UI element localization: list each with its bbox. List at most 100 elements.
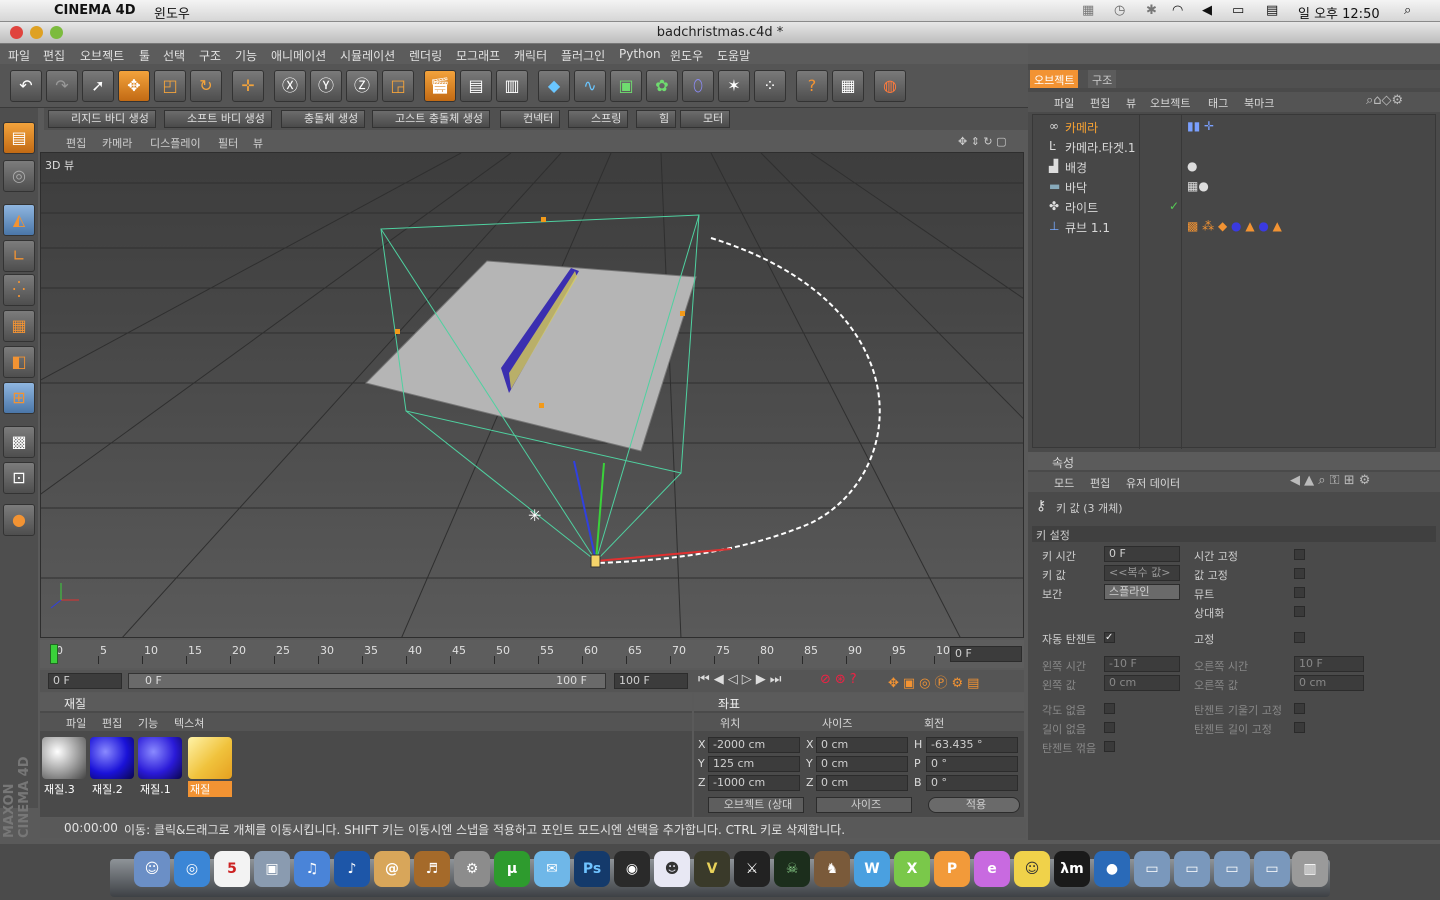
tab-objects[interactable]: 오브젝트 <box>1030 70 1079 88</box>
tangent-length-lock-checkbox[interactable] <box>1294 722 1305 733</box>
menu-render[interactable]: 렌더링 <box>409 47 442 64</box>
object-row-light[interactable]: ✤ 라이트 ✓ <box>1037 197 1437 217</box>
clock[interactable]: 일 오후 12:50 <box>1298 3 1380 22</box>
render-settings-icon[interactable]: ▥ <box>496 70 528 102</box>
playback-controls[interactable]: ⏮◀◁▷▶⏭ <box>698 672 785 687</box>
auto-tangent-checkbox[interactable]: ✓ <box>1104 632 1115 643</box>
tag-icons[interactable]: ▮▮ ✛ <box>1187 119 1214 133</box>
panda-icon[interactable]: ☻ <box>654 851 690 887</box>
object-row-floor[interactable]: ▬ 바닥 ▦● <box>1037 177 1437 197</box>
render-picture-viewer-icon[interactable]: ▤ <box>460 70 492 102</box>
no-angle-checkbox[interactable] <box>1104 703 1115 714</box>
ghost-collider-button[interactable]: 고스트 충돌체 생성 <box>372 110 490 128</box>
object-row-camera-target[interactable]: Ŀ 카메라.타겟.1 <box>1037 137 1437 157</box>
position-field[interactable]: -2000 cm <box>708 737 800 753</box>
vp-menu-view[interactable]: 뷰 <box>253 135 263 151</box>
bluetooth-icon[interactable]: ✱ <box>1146 3 1157 18</box>
coord-mode-dropdown[interactable]: 오브젝트 (상대 <box>708 797 804 813</box>
menu-python[interactable]: Python <box>619 47 661 61</box>
interpolation-dropdown[interactable]: 스플라인 <box>1104 584 1180 600</box>
coordinate-system-icon[interactable]: ◲ <box>382 70 414 102</box>
camera-object[interactable] <box>590 554 601 568</box>
menu-mograph[interactable]: 모그래프 <box>456 47 500 64</box>
menu-tools[interactable]: 툴 <box>139 47 150 64</box>
help-icon[interactable]: ? <box>796 70 828 102</box>
polygons-mode-icon[interactable]: ◧ <box>3 346 35 378</box>
left-time-field[interactable]: -10 F <box>1104 656 1180 672</box>
terminal-icon[interactable]: λm <box>1054 851 1090 887</box>
mat-menu-texture[interactable]: 텍스쳐 <box>174 715 204 731</box>
obj-menu-edit[interactable]: 편집 <box>1090 95 1110 111</box>
menu-plugins[interactable]: 플러그인 <box>561 47 605 64</box>
rotation-field[interactable]: 0 ° <box>926 756 1018 772</box>
app-name[interactable]: CINEMA 4D <box>54 3 136 18</box>
connector-button[interactable]: 컨넥터 <box>500 110 561 128</box>
timeline-ruler[interactable]: 0 5 10 15 20 25 30 35 40 45 50 55 60 65 70 75 80 85 90 95 10… <box>40 640 1024 668</box>
key-time-field[interactable]: 0 F <box>1104 546 1180 562</box>
material-tag-icon[interactable]: ▦● <box>1187 179 1209 193</box>
menu-select[interactable]: 선택 <box>163 47 185 64</box>
x-axis-icon[interactable]: Ⓧ <box>274 70 306 102</box>
spline-pen-icon[interactable]: ∿ <box>574 70 606 102</box>
object-row-background[interactable]: ▟ 배경 ● <box>1037 157 1437 177</box>
object-row-cube[interactable]: ⊥ 큐브 1.1 ▩ ⁂ ◆ ● ▲ ● ▲ <box>1037 217 1437 237</box>
tangent-slope-lock-checkbox[interactable] <box>1294 703 1305 714</box>
range-slider[interactable]: 0 F 100 F <box>128 673 606 689</box>
object-name[interactable]: 카메라.타겟.1 <box>1065 139 1135 156</box>
left-value-field[interactable]: 0 cm <box>1104 675 1180 691</box>
cube-tag-icons[interactable]: ▩ ⁂ ◆ ● ▲ ● ▲ <box>1187 219 1282 233</box>
live-select-icon[interactable]: ➚ <box>82 70 114 102</box>
menu-edit[interactable]: 편집 <box>43 47 65 64</box>
obj-menu-file[interactable]: 파일 <box>1054 95 1074 111</box>
figure-icon[interactable]: ♞ <box>814 851 850 887</box>
contacts-icon[interactable]: @ <box>374 851 410 887</box>
edges-mode-icon[interactable]: ▦ <box>3 310 35 342</box>
relative-checkbox[interactable] <box>1294 606 1305 617</box>
attr-menu-mode[interactable]: 모드 <box>1054 475 1074 491</box>
menu-file[interactable]: 파일 <box>8 47 30 64</box>
vp-menu-display[interactable]: 디스플레이 <box>150 135 201 151</box>
soft-body-button[interactable]: 소프트 바디 생성 <box>164 110 272 128</box>
material-swatch[interactable] <box>90 737 134 779</box>
playhead[interactable] <box>50 644 58 664</box>
vp-nav-icons[interactable]: ✥ ⇕ ↻ ▢ <box>958 135 1007 148</box>
messenger-icon[interactable]: ☺ <box>1014 851 1050 887</box>
music-icon[interactable]: ♪ <box>334 851 370 887</box>
object-name[interactable]: 바닥 <box>1065 179 1087 196</box>
y-axis-icon[interactable]: Ⓨ <box>310 70 342 102</box>
workplane-icon[interactable]: ▩ <box>3 426 35 458</box>
lock-checkbox[interactable] <box>1294 632 1305 643</box>
applications-folder-icon[interactable]: ▭ <box>1134 851 1170 887</box>
documents-folder-icon[interactable]: ▭ <box>1174 851 1210 887</box>
obj-menu-bookmarks[interactable]: 북마크 <box>1244 95 1274 111</box>
material-swatch-selected[interactable] <box>188 737 232 779</box>
light-icon[interactable]: ✳ <box>528 506 541 525</box>
position-field[interactable]: 125 cm <box>708 756 800 772</box>
garageband-icon[interactable]: ♬ <box>414 851 450 887</box>
photoshop-icon[interactable]: Ps <box>574 851 610 887</box>
vp-menu-camera[interactable]: 카메라 <box>102 135 132 151</box>
menu-function[interactable]: 기능 <box>235 47 257 64</box>
menu-simulation[interactable]: 시뮬레이션 <box>340 47 395 64</box>
trash-icon[interactable]: ▥ <box>1292 851 1328 887</box>
obj-search-icons[interactable]: ⌕⌂◇⚙ <box>1366 93 1403 108</box>
size-field[interactable]: 0 cm <box>816 775 908 791</box>
rotation-field[interactable]: 0 ° <box>926 775 1018 791</box>
vp-menu-filter[interactable]: 필터 <box>218 135 238 151</box>
subdivision-icon[interactable]: ▣ <box>610 70 642 102</box>
points-mode-icon[interactable]: ⁛ <box>3 274 35 306</box>
rotate-icon[interactable]: ↻ <box>190 70 222 102</box>
menu-help[interactable]: 도움말 <box>717 47 750 64</box>
cinema4d-icon[interactable]: V <box>694 851 730 887</box>
finder-icon[interactable]: ☺ <box>134 851 170 887</box>
obj-menu-view[interactable]: 뷰 <box>1126 95 1136 111</box>
civilization-icon[interactable]: ⚔ <box>734 851 770 887</box>
battery-icon[interactable]: ▭ <box>1232 3 1244 18</box>
safari-icon[interactable]: ◎ <box>174 851 210 887</box>
attr-nav-icons[interactable]: ◀ ▲ ⌕ ⚿ ⊞ ⚙ <box>1290 473 1370 488</box>
right-value-field[interactable]: 0 cm <box>1294 675 1364 691</box>
cube-icon[interactable]: ◆ <box>538 70 570 102</box>
edit-render-settings-icon[interactable]: ▦ <box>832 70 864 102</box>
material-swatch[interactable] <box>138 737 182 779</box>
wifi-icon[interactable]: ◠ <box>1172 3 1183 18</box>
